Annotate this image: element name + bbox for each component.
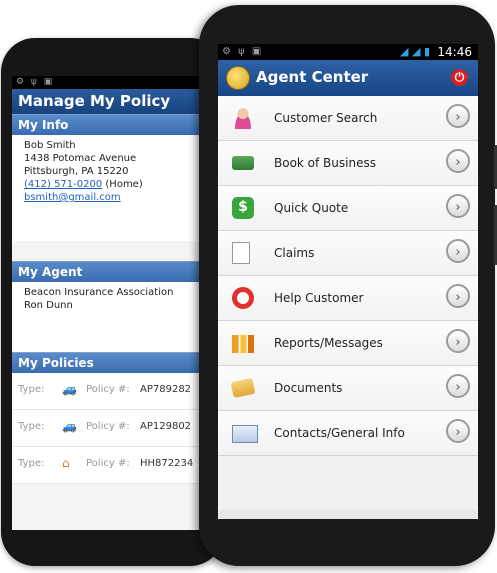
status-bar: ⚙ ψ ▣ ◢ ◢ ▮ 14:46 <box>218 44 478 60</box>
menu-item-label: Reports/Messages <box>274 336 383 350</box>
front-screen: ⚙ ψ ▣ ◢ ◢ ▮ 14:46 Agent Center ⏻ Custome… <box>218 44 478 519</box>
menu-item-label: Customer Search <box>274 111 378 125</box>
policy-label: Policy #: <box>86 421 130 432</box>
bar-chart-icon <box>232 335 254 353</box>
money-icon <box>232 156 254 170</box>
chevron-right-icon[interactable]: › <box>446 239 470 263</box>
app-title: Agent Center <box>256 68 369 86</box>
menu-item-book-of-business[interactable]: Book of Business › <box>218 141 478 186</box>
status-time: 14:46 <box>437 45 472 59</box>
menu-item-label: Book of Business <box>274 156 376 170</box>
chevron-right-icon[interactable]: › <box>446 149 470 173</box>
chevron-right-icon[interactable]: › <box>446 329 470 353</box>
menu-item-reports-messages[interactable]: Reports/Messages › <box>218 321 478 366</box>
agent-menu: Customer Search › Book of Business › $ Q… <box>218 96 478 456</box>
status-bar: ⚙ ψ ▣ ◢ ▮ <box>12 76 224 89</box>
type-label: Type: <box>18 421 45 432</box>
phone-link[interactable]: (412) 571-0200 <box>24 179 102 190</box>
email-link[interactable]: bsmith@gmail.com <box>24 191 212 204</box>
power-icon[interactable]: ⏻ <box>451 69 468 86</box>
notification-icons: ⚙ ψ ▣ <box>222 46 264 57</box>
agent-company: Beacon Insurance Association <box>24 287 174 298</box>
page-title: Manage My Policy <box>12 89 224 114</box>
contact-card-icon <box>232 425 258 443</box>
phone-type: (Home) <box>105 179 143 190</box>
policy-list: Type: 🚙 Policy #: AP789282 Type: 🚙 Polic… <box>12 373 224 484</box>
front-phone: ⚙ ψ ▣ ◢ ◢ ▮ 14:46 Agent Center ⏻ Custome… <box>199 5 497 566</box>
policy-row[interactable]: Type: 🚙 Policy #: AP789282 <box>12 373 224 410</box>
house-icon: ⌂ <box>62 456 70 470</box>
agent-logo-icon <box>226 66 250 90</box>
chevron-right-icon[interactable]: › <box>446 374 470 398</box>
signal-icon: ◢ ◢ ▮ <box>400 45 430 58</box>
car-icon: 🚙 <box>62 382 77 396</box>
policy-label: Policy #: <box>86 458 130 469</box>
quote-icon: $ <box>232 197 254 219</box>
my-info-section: Bob Smith 1438 Potomac Avenue Pittsburgh… <box>12 135 224 241</box>
type-label: Type: <box>18 384 45 395</box>
screen-bottom-bar <box>218 510 478 519</box>
menu-item-contacts-general-info[interactable]: Contacts/General Info › <box>218 411 478 456</box>
menu-item-customer-search[interactable]: Customer Search › <box>218 96 478 141</box>
lifebuoy-icon <box>232 287 254 309</box>
policy-number: AP129802 <box>140 421 192 432</box>
menu-item-label: Documents <box>274 381 343 395</box>
person-icon <box>232 107 254 129</box>
policy-number: AP789282 <box>140 384 192 395</box>
claims-icon <box>232 242 250 264</box>
address-line-1: 1438 Potomac Avenue <box>24 153 137 164</box>
my-agent-heading: My Agent <box>12 261 224 282</box>
policy-row[interactable]: Type: 🚙 Policy #: AP129802 <box>12 410 224 447</box>
customer-name: Bob Smith <box>24 140 76 151</box>
chevron-right-icon[interactable]: › <box>446 194 470 218</box>
chevron-right-icon[interactable]: › <box>446 284 470 308</box>
phone-row: (412) 571-0200 (Home) <box>24 178 212 191</box>
policy-label: Policy #: <box>86 384 130 395</box>
my-policies-heading: My Policies <box>12 352 224 373</box>
car-icon: 🚙 <box>62 419 77 433</box>
menu-item-label: Claims <box>274 246 315 260</box>
chevron-right-icon[interactable]: › <box>446 419 470 443</box>
menu-item-documents[interactable]: Documents › <box>218 366 478 411</box>
menu-item-claims[interactable]: Claims › <box>218 231 478 276</box>
app-header: Agent Center ⏻ <box>218 60 478 96</box>
chevron-right-icon[interactable]: › <box>446 104 470 128</box>
notification-icons: ⚙ ψ ▣ <box>16 77 55 87</box>
back-phone: ⚙ ψ ▣ ◢ ▮ Manage My Policy My Info Bob S… <box>1 38 224 566</box>
menu-item-help-customer[interactable]: Help Customer › <box>218 276 478 321</box>
agent-name: Ron Dunn <box>24 300 73 311</box>
back-screen: ⚙ ψ ▣ ◢ ▮ Manage My Policy My Info Bob S… <box>12 76 224 530</box>
menu-item-label: Help Customer <box>274 291 364 305</box>
my-agent-section: Beacon Insurance Association Ron Dunn <box>12 282 224 352</box>
documents-icon <box>230 377 256 399</box>
menu-item-label: Quick Quote <box>274 201 349 215</box>
policy-row[interactable]: Type: ⌂ Policy #: HH872234 <box>12 447 224 484</box>
my-info-heading: My Info <box>12 114 224 135</box>
policy-number: HH872234 <box>140 458 194 469</box>
menu-item-quick-quote[interactable]: $ Quick Quote › <box>218 186 478 231</box>
address-line-2: Pittsburgh, PA 15220 <box>24 166 129 177</box>
menu-item-label: Contacts/General Info <box>274 426 405 440</box>
type-label: Type: <box>18 458 45 469</box>
